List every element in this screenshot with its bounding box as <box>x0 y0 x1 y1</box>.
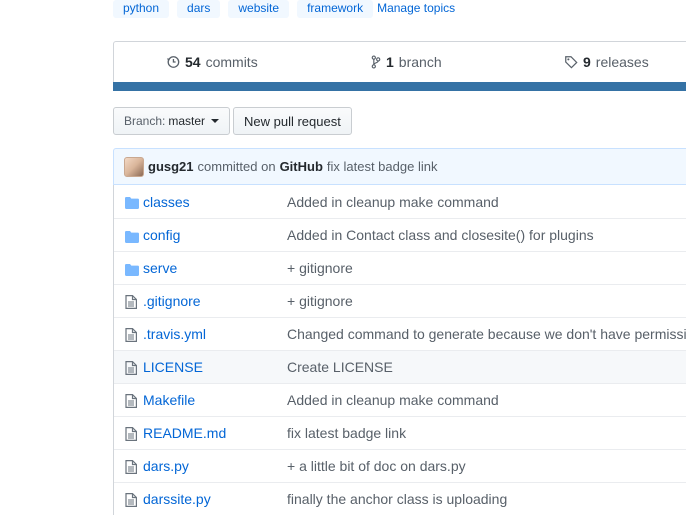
new-pull-request-button[interactable]: New pull request <box>233 107 352 135</box>
commit-mid-text: committed on <box>197 159 276 174</box>
file-icon <box>125 493 139 507</box>
topic-tag[interactable]: framework <box>297 0 374 18</box>
file-name-link[interactable]: Makefile <box>143 392 195 408</box>
topic-tag[interactable]: website <box>228 0 290 18</box>
file-commit-message[interactable]: + gitignore <box>287 293 353 309</box>
file-name-link[interactable]: classes <box>143 194 190 210</box>
manage-topics-link[interactable]: Manage topics <box>377 0 455 16</box>
branch-prefix: Branch: <box>124 114 166 128</box>
file-name-link[interactable]: serve <box>143 260 177 276</box>
file-commit-message[interactable]: + gitignore <box>287 260 353 276</box>
folder-icon <box>125 196 139 210</box>
file-icon <box>125 361 139 375</box>
commit-platform: GitHub <box>279 159 323 174</box>
file-icon <box>125 328 139 342</box>
folder-icon <box>125 263 139 277</box>
file-name-link[interactable]: config <box>143 227 180 243</box>
branch-select-button[interactable]: Branch: master <box>113 107 231 135</box>
language-bar[interactable] <box>113 82 686 91</box>
branches-link[interactable]: 1 branch <box>371 54 442 70</box>
topic-tag[interactable]: python <box>113 0 170 18</box>
file-row[interactable]: serve + gitignore <box>114 251 686 284</box>
file-name-link[interactable]: .travis.yml <box>143 326 206 342</box>
avatar[interactable] <box>124 156 144 177</box>
file-row[interactable]: config Added in Contact class and closesi… <box>114 218 686 251</box>
file-row[interactable]: darssite.py finally the anchor class is u… <box>114 482 686 515</box>
file-icon <box>125 427 139 441</box>
folder-icon <box>125 230 139 244</box>
commit-message[interactable]: fix latest badge link <box>327 159 438 174</box>
commit-author[interactable]: gusg21 <box>148 159 194 174</box>
branch-label: branch <box>398 54 442 70</box>
tag-icon <box>565 56 578 69</box>
file-name-link[interactable]: LICENSE <box>143 359 203 375</box>
commits-label: commits <box>205 54 258 70</box>
file-name-link[interactable]: darssite.py <box>143 491 211 507</box>
file-icon <box>125 460 139 474</box>
file-name-link[interactable]: dars.py <box>143 458 189 474</box>
file-commit-message[interactable]: + a little bit of doc on dars.py <box>287 458 466 474</box>
file-commit-message[interactable]: Added in Contact class and closesite() f… <box>287 227 594 243</box>
latest-commit-bar: gusg21 committed on GitHub fix latest ba… <box>113 148 686 185</box>
file-row[interactable]: .travis.yml Changed command to generate b… <box>114 317 686 350</box>
file-commit-message[interactable]: finally the anchor class is uploading <box>287 491 507 507</box>
file-row[interactable]: README.md fix latest badge link <box>114 416 686 449</box>
releases-count: 9 <box>583 54 591 70</box>
file-name-link[interactable]: README.md <box>143 425 226 441</box>
file-row[interactable]: LICENSE Create LICENSE <box>114 350 686 383</box>
caret-down-icon <box>211 119 220 123</box>
history-icon <box>166 56 180 68</box>
file-commit-message[interactable]: Changed command to generate because we d… <box>287 326 686 342</box>
file-icon <box>125 394 139 408</box>
branch-count: 1 <box>386 54 394 70</box>
file-row[interactable]: classes Added in cleanup make command <box>114 185 686 218</box>
commits-link[interactable]: 54 commits <box>166 54 258 70</box>
file-row[interactable]: dars.py + a little bit of doc on dars.py <box>114 449 686 482</box>
file-list: classes Added in cleanup make command conf… <box>113 185 686 515</box>
releases-link[interactable]: 9 releases <box>564 54 649 70</box>
file-commit-message[interactable]: fix latest badge link <box>287 425 406 441</box>
releases-label: releases <box>595 54 649 70</box>
topic-tag[interactable]: dars <box>177 0 221 18</box>
branch-name: master <box>168 114 206 128</box>
file-row[interactable]: Makefile Added in cleanup make command <box>114 383 686 416</box>
topics-bar: python dars website framework Manage top… <box>113 0 455 18</box>
commits-count: 54 <box>185 54 201 70</box>
file-commit-message[interactable]: Added in cleanup make command <box>287 392 499 408</box>
file-commit-message[interactable]: Create LICENSE <box>287 359 393 375</box>
file-icon <box>125 295 139 309</box>
file-row[interactable]: .gitignore + gitignore <box>114 284 686 317</box>
file-commit-message[interactable]: Added in cleanup make command <box>287 194 499 210</box>
file-name-link[interactable]: .gitignore <box>143 293 201 309</box>
branch-icon <box>371 55 381 69</box>
